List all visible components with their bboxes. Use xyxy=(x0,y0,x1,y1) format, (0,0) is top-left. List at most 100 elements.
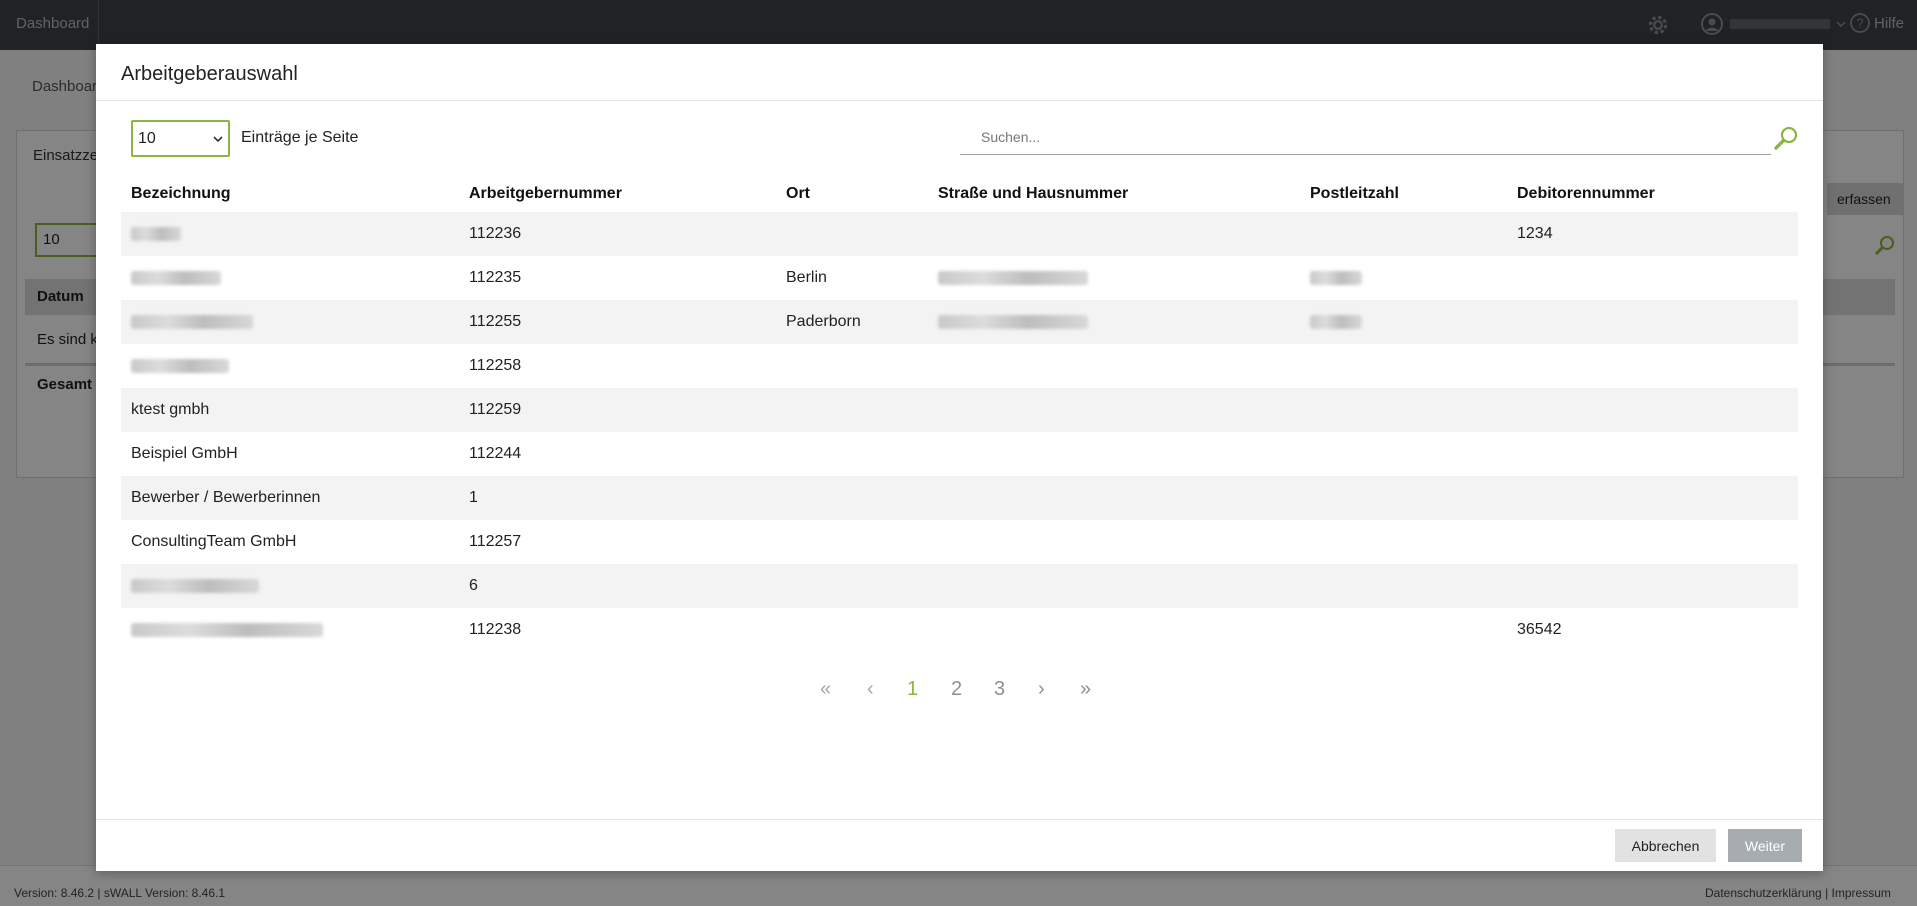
cell-street xyxy=(928,476,1300,520)
cell-city xyxy=(776,212,928,256)
page-1-button[interactable]: 1 xyxy=(907,678,918,701)
page-length-select[interactable]: 10 xyxy=(131,120,230,157)
cell-name xyxy=(121,212,459,256)
dialog-footer: Abbrechen Weiter xyxy=(96,819,1823,871)
cell-debtor: 1234 xyxy=(1507,212,1798,256)
cell-zip xyxy=(1300,608,1507,652)
cell-zip xyxy=(1300,476,1507,520)
table-row[interactable]: ktest gmbh 112259 xyxy=(121,388,1798,432)
page-2-button[interactable]: 2 xyxy=(951,678,962,701)
cell-debtor xyxy=(1507,432,1798,476)
cell-city xyxy=(776,432,928,476)
dialog-header: Arbeitgeberauswahl xyxy=(96,44,1823,101)
cell-number: 1 xyxy=(459,476,776,520)
cell-zip xyxy=(1300,564,1507,608)
cell-number: 112255 xyxy=(459,300,776,344)
cell-street xyxy=(928,256,1300,300)
cell-debtor: 36542 xyxy=(1517,621,1562,638)
cell-debtor xyxy=(1507,300,1798,344)
cell-debtor xyxy=(1507,388,1798,432)
table-row[interactable]: Bewerber / Bewerberinnen 1 xyxy=(121,476,1798,520)
previous-page-button[interactable]: ‹ xyxy=(867,678,874,701)
cell-name: ktest gmbh xyxy=(121,388,459,432)
column-header-number[interactable]: Arbeitgebernummer xyxy=(459,176,776,212)
next-page-button[interactable]: › xyxy=(1038,678,1045,701)
cell-city xyxy=(776,476,928,520)
cell-city: Berlin xyxy=(786,269,827,286)
cell-number: 112259 xyxy=(459,388,776,432)
redacted-street xyxy=(938,314,1088,329)
column-header-name[interactable]: Bezeichnung xyxy=(121,176,459,212)
table-row[interactable]: ConsultingTeam GmbH 112257 xyxy=(121,520,1798,564)
cell-zip xyxy=(1300,212,1507,256)
redacted-name xyxy=(131,270,221,285)
column-header-city[interactable]: Ort xyxy=(776,176,928,212)
cell-name xyxy=(121,608,459,652)
table-row[interactable]: 6 xyxy=(121,564,1798,608)
cell-city xyxy=(776,388,928,432)
redacted-name xyxy=(131,226,181,241)
page-length-value: 10 xyxy=(138,130,156,147)
first-page-button[interactable]: « xyxy=(820,678,831,701)
cell-street xyxy=(928,608,1300,652)
table-row[interactable]: 112258 xyxy=(121,344,1798,388)
cell-number: 112236 xyxy=(459,212,776,256)
cell-street xyxy=(928,520,1300,564)
cell-city: Paderborn xyxy=(776,300,928,344)
cell-name: Bewerber / Bewerberinnen xyxy=(121,476,459,520)
column-header-debtor[interactable]: Debitorennummer xyxy=(1507,176,1798,212)
redacted-zip xyxy=(1310,270,1362,285)
cell-debtor xyxy=(1507,256,1798,300)
redacted-name xyxy=(131,358,229,373)
search-box xyxy=(960,120,1771,155)
cell-zip xyxy=(1300,432,1507,476)
dialog-title: Arbeitgeberauswahl xyxy=(121,63,298,85)
cell-street xyxy=(928,212,1300,256)
search-input[interactable] xyxy=(960,120,1771,153)
table-header-row: Bezeichnung Arbeitgebernummer Ort Straße… xyxy=(121,176,1798,212)
cell-city xyxy=(776,564,928,608)
redacted-zip xyxy=(1310,314,1362,329)
redacted-street xyxy=(938,270,1088,285)
cell-city xyxy=(776,608,928,652)
cell-zip xyxy=(1300,300,1507,344)
column-header-street[interactable]: Straße und Hausnummer xyxy=(928,176,1300,212)
cell-number: 112238 xyxy=(469,621,522,638)
cell-zip xyxy=(1300,520,1507,564)
table-row[interactable]: 112235 Berlin xyxy=(121,256,1798,300)
cell-zip xyxy=(1300,344,1507,388)
cell-name xyxy=(121,300,459,344)
table-row[interactable]: 112255 Paderborn xyxy=(121,300,1798,344)
last-page-button[interactable]: » xyxy=(1080,678,1091,701)
cell-name xyxy=(121,344,459,388)
pagination: « ‹ 1 2 3 › » xyxy=(96,678,1823,708)
page-length-label: Einträge je Seite xyxy=(241,129,359,146)
cell-debtor xyxy=(1507,564,1798,608)
redacted-name xyxy=(131,314,253,329)
cell-street xyxy=(928,432,1300,476)
cell-street xyxy=(928,388,1300,432)
cell-debtor xyxy=(1507,520,1798,564)
cell-city xyxy=(776,344,928,388)
cell-name: Beispiel GmbH xyxy=(131,445,238,462)
cell-street xyxy=(928,300,1300,344)
table-row[interactable]: Beispiel GmbH 112244 xyxy=(121,432,1798,476)
cell-number: 6 xyxy=(459,564,776,608)
table-row[interactable]: 112238 36542 xyxy=(121,608,1798,652)
redacted-name xyxy=(131,578,259,593)
cell-number: 112258 xyxy=(469,357,522,374)
cancel-button[interactable]: Abbrechen xyxy=(1615,829,1716,862)
cell-number: 112235 xyxy=(469,269,522,286)
cell-name xyxy=(121,256,459,300)
chevron-down-icon xyxy=(213,136,223,143)
next-button[interactable]: Weiter xyxy=(1728,829,1802,862)
employer-table: Bezeichnung Arbeitgebernummer Ort Straße… xyxy=(121,176,1798,652)
redacted-name xyxy=(131,622,323,637)
search-icon[interactable] xyxy=(1772,124,1800,152)
cell-debtor xyxy=(1507,476,1798,520)
column-header-zip[interactable]: Postleitzahl xyxy=(1300,176,1507,212)
employer-selection-dialog: Arbeitgeberauswahl 10 Einträge je Seite … xyxy=(96,44,1823,871)
page-3-button[interactable]: 3 xyxy=(994,678,1005,701)
cell-street xyxy=(928,344,1300,388)
table-row[interactable]: 112236 1234 xyxy=(121,212,1798,256)
